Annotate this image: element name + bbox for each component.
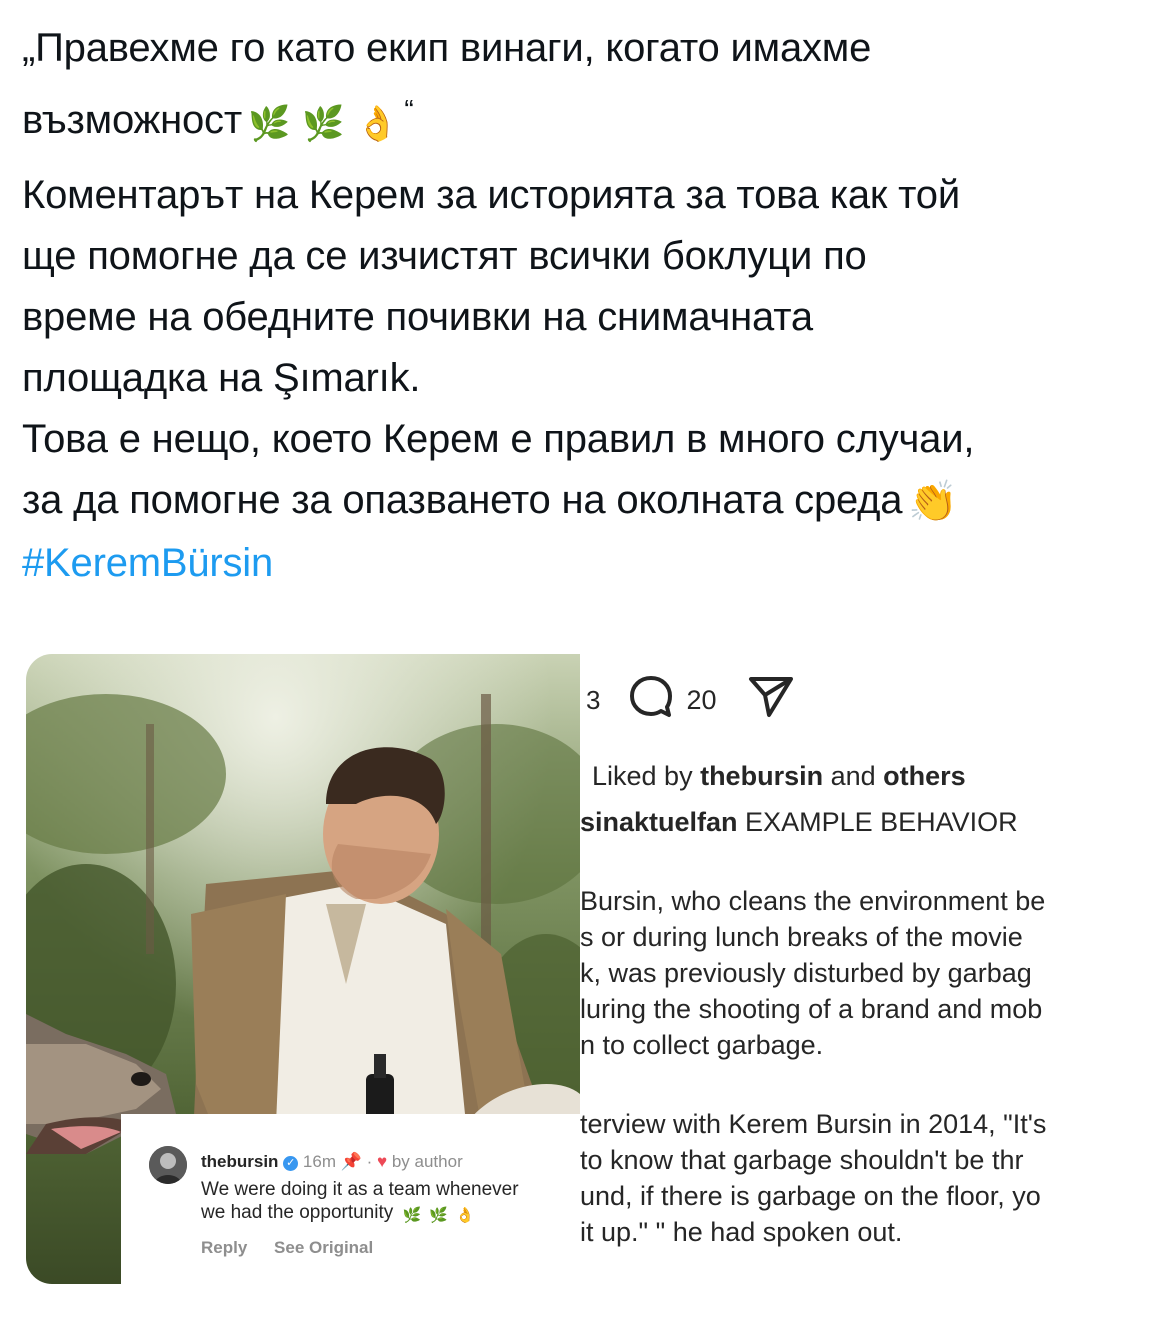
ok-hand-emoji-icon: 👌: [455, 1206, 475, 1224]
caption-p1-line: k, was previously disturbed by garbag: [580, 958, 1032, 988]
comment-actions: Reply See Original: [201, 1238, 395, 1258]
closing-quote: “: [404, 94, 414, 125]
quote-line-2: възможност 🌿 🌿 👌 “: [22, 79, 1142, 155]
comment-line-2-text: we had the opportunity: [201, 1202, 394, 1223]
ok-hand-emoji-icon: 👌: [356, 104, 399, 144]
quote-line-2-text: възможност: [22, 98, 242, 142]
herb-emoji-icon: 🌿: [247, 104, 291, 144]
caption-p1-line: luring the shooting of a brand and mob: [580, 994, 1043, 1024]
post-action-bar: 3 20: [580, 674, 795, 727]
body-line-1: Коментарът на Керем за историята за това…: [22, 173, 960, 217]
heart-icon: ♥: [377, 1152, 388, 1171]
caption-username[interactable]: sinaktuelfan: [580, 807, 738, 837]
reply-button[interactable]: Reply: [201, 1238, 247, 1257]
comment-time: 16m: [302, 1152, 336, 1171]
attached-image[interactable]: thebursin ✓ 16m 📌 · ♥ by author We were …: [26, 654, 580, 1284]
comment-count: 20: [686, 684, 717, 715]
caption-paragraph-2: terview with Kerem Bursin in 2014, "It's…: [580, 1106, 1150, 1250]
quote-line-1: „Правехме го като екип винаги, когато им…: [22, 26, 872, 70]
hashtag-link[interactable]: #KeremBürsin: [22, 541, 273, 585]
by-author-label: by author: [391, 1152, 463, 1171]
body2-line-2: за да помогне за опазването на околната …: [22, 470, 1142, 533]
comment-card: thebursin ✓ 16m 📌 · ♥ by author We were …: [121, 1114, 580, 1284]
tweet-text: „Правехме го като екип винаги, когато им…: [22, 18, 1142, 594]
body-line-4: площадка на Şımarık.: [22, 356, 421, 400]
verified-badge-icon: ✓: [283, 1156, 299, 1171]
liked-by-mid: and: [823, 761, 884, 791]
share-icon[interactable]: [747, 675, 795, 726]
liked-by-user[interactable]: thebursin: [700, 761, 823, 791]
caption-title: EXAMPLE BEHAVIOR: [737, 807, 1018, 837]
comment-username[interactable]: thebursin: [201, 1152, 278, 1171]
instagram-post-panel: 3 20 Liked by thebursin and others sinak…: [580, 654, 1150, 1284]
comment-text: We were doing it as a team whenever we h…: [201, 1178, 571, 1227]
caption-p1-line: s or during lunch breaks of the movie: [580, 922, 1023, 952]
liked-by-others[interactable]: others: [883, 761, 966, 791]
caption-paragraph-1: Bursin, who cleans the environment be s …: [580, 883, 1150, 1063]
body-line-3: време на обедните почивки на снимачната: [22, 295, 813, 339]
body2-line-1: Това е нещо, което Керем е правил в мног…: [22, 417, 975, 461]
liked-by-prefix: Liked by: [592, 761, 701, 791]
herb-emoji-icon: 🌿: [429, 1206, 448, 1224]
comment-header: thebursin ✓ 16m 📌 · ♥ by author: [201, 1152, 463, 1171]
body-line-2: ще помогне да се изчистят всички боклуци…: [22, 234, 867, 278]
caption-header: sinaktuelfan EXAMPLE BEHAVIOR: [580, 804, 1150, 840]
clapping-hands-emoji-icon: 👏: [908, 479, 958, 525]
comment-icon[interactable]: [628, 674, 674, 727]
herb-emoji-icon: 🌿: [302, 104, 345, 144]
caption-p2-line: und, if there is garbage on the floor, y…: [580, 1181, 1041, 1211]
herb-emoji-icon: 🌿: [402, 1206, 422, 1224]
liked-by-line: Liked by thebursin and others: [580, 758, 1150, 794]
caption-p1-line: Bursin, who cleans the environment be: [580, 886, 1046, 916]
caption-p2-line: terview with Kerem Bursin in 2014, "It's: [580, 1109, 1047, 1139]
avatar[interactable]: [149, 1146, 187, 1184]
body2-line-2-text: за да помогне за опазването на околната …: [22, 478, 903, 522]
caption-p1-line: n to collect garbage.: [580, 1030, 824, 1060]
comment-line-1: We were doing it as a team whenever: [201, 1179, 519, 1200]
caption-p2-line: it up." " he had spoken out.: [580, 1217, 903, 1247]
caption-p2-line: to know that garbage shouldn't be thr: [580, 1145, 1024, 1175]
comment-line-2: we had the opportunity 🌿 🌿 👌: [201, 1201, 571, 1227]
like-count-partial: 3: [586, 684, 601, 715]
avatar-photo: [149, 1146, 187, 1184]
pin-icon: 📌: [340, 1152, 362, 1171]
see-original-button[interactable]: See Original: [274, 1238, 373, 1257]
